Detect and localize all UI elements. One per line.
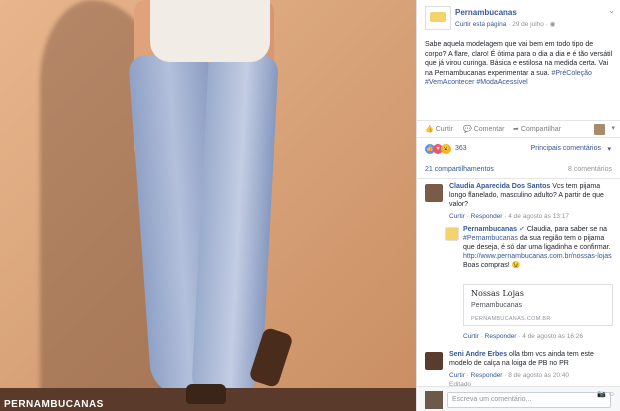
avatar[interactable] — [425, 352, 443, 370]
wow-reaction-icon[interactable]: 😮 — [441, 144, 451, 154]
comment-author[interactable]: Claudia Aparecida Dos Santos — [449, 183, 550, 190]
globe-icon: ◉ — [549, 21, 556, 28]
comment-like-link[interactable]: Curtir — [449, 213, 465, 220]
share-button[interactable]: ➦ Compartilhar — [513, 125, 561, 133]
comment-body: Seni Andre Erbes olla tbm vcs ainda tem … — [449, 351, 594, 367]
reply-hashtag[interactable]: #Pernambucanas — [463, 235, 518, 242]
avatar[interactable] — [425, 391, 443, 409]
photo-brand-watermark: PERNAMBUCANAS — [4, 399, 104, 410]
chevron-down-icon[interactable]: ▾ — [611, 124, 615, 132]
comment-input[interactable]: Escreva um comentário... — [447, 392, 611, 408]
left-shoe — [186, 384, 226, 404]
shirt — [150, 0, 270, 62]
post-date[interactable]: 29 de julho — [512, 21, 544, 28]
comment-item: Seni Andre Erbes olla tbm vcs ainda tem … — [425, 350, 615, 388]
divider — [417, 178, 620, 179]
link-preview-card[interactable]: Nossas Lojas Pernambucanas PERNAMBUCANAS… — [463, 284, 613, 326]
link-preview-subtitle: Pernambucanas — [471, 302, 522, 309]
avatar[interactable] — [425, 184, 443, 202]
comment-meta: Curtir · Responder · 4 de agosto às 13:1… — [449, 213, 569, 220]
chevron-down-icon[interactable]: ⌄ — [608, 6, 615, 15]
post-header: Pernambucanas Curtir esta página · 29 de… — [425, 6, 615, 32]
reply-meta: Curtir · Responder · 4 de agosto às 16:2… — [463, 333, 583, 340]
avatar[interactable] — [445, 227, 459, 241]
comment-date[interactable]: 4 de agosto às 13:17 — [508, 213, 569, 220]
like-button[interactable]: 👍 Curtir — [425, 125, 453, 133]
comment-author[interactable]: Seni Andre Erbes — [449, 351, 507, 358]
reaction-count[interactable]: 363 — [455, 145, 467, 152]
page-name-link[interactable]: Pernambucanas — [455, 8, 517, 17]
post-photo[interactable]: PERNAMBUCANAS — [0, 0, 416, 411]
shares-link[interactable]: 21 compartilhamentos — [425, 166, 494, 173]
reply-like-link[interactable]: Curtir — [463, 333, 479, 340]
thumbs-up-icon: 👍 — [425, 126, 434, 133]
top-comments-dropdown[interactable]: Principais comentários — [531, 145, 601, 152]
post-text: Sabe aquela modelagem que vai bem em tod… — [425, 41, 613, 86]
page-avatar[interactable] — [425, 6, 451, 30]
reply-author[interactable]: Pernambucanas — [463, 226, 517, 233]
comment-reply-link[interactable]: Responder — [471, 372, 503, 379]
post-meta: Curtir esta página · 29 de julho · ◉ — [455, 21, 556, 28]
viewer-avatar[interactable] — [594, 124, 605, 135]
like-page-link[interactable]: Curtir esta página — [455, 21, 506, 28]
comment-date[interactable]: 8 de agosto às 20:40 — [508, 372, 569, 379]
share-arrow-icon: ➦ — [513, 126, 519, 133]
reactions-row: 👍 ♥ 😮 363 Principais comentários ▾ — [425, 144, 615, 156]
comments-count[interactable]: 8 comentários — [568, 166, 612, 173]
comment-item: Claudia Aparecida Dos Santos Vcs tem pij… — [425, 182, 615, 222]
reply-body: Pernambucanas ✔ Claudia, para saber se n… — [463, 226, 612, 269]
link-preview-title: Nossas Lojas — [471, 289, 524, 298]
verified-badge-icon: ✔ — [517, 226, 525, 233]
link-preview-domain: PERNAMBUCANAS.COM.BR — [471, 316, 551, 322]
comment-like-link[interactable]: Curtir — [449, 372, 465, 379]
camera-icon[interactable]: 📷 ☺ — [597, 390, 615, 398]
chevron-down-icon[interactable]: ▾ — [607, 145, 611, 153]
comment-button[interactable]: 💬 Comentar — [463, 125, 504, 133]
reply-date[interactable]: 4 de agosto às 16:26 — [522, 333, 583, 340]
comment-body: Claudia Aparecida Dos Santos Vcs tem pij… — [449, 183, 604, 208]
post-sidebar: Pernambucanas Curtir esta página · 29 de… — [416, 0, 620, 411]
reply-reply-link[interactable]: Responder — [485, 333, 517, 340]
write-comment-bar: Escreva um comentário... 📷 ☺ — [417, 386, 620, 411]
comment-reply-link[interactable]: Responder — [471, 213, 503, 220]
action-bar: 👍 Curtir 💬 Comentar ➦ Compartilhar ▾ — [417, 120, 620, 138]
speech-bubble-icon: 💬 — [463, 126, 472, 133]
reply-link[interactable]: http://www.pernambucanas.com.br/nossas-l… — [463, 253, 612, 260]
